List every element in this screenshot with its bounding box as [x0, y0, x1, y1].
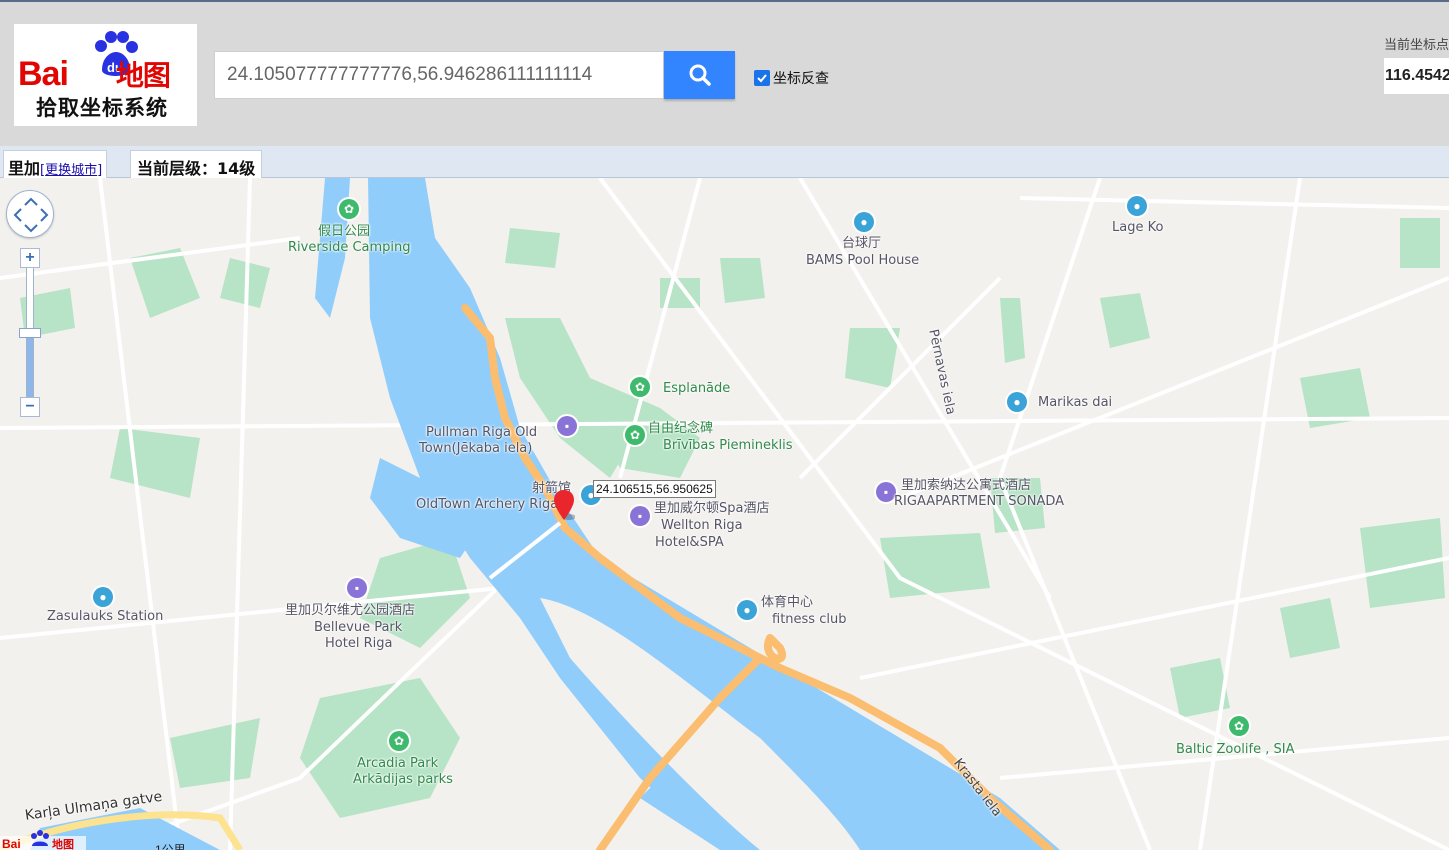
pan-control[interactable]	[6, 190, 54, 238]
change-city-link[interactable]: [更换城市]	[40, 163, 102, 178]
poi-label: 里加威尔顿Spa酒店	[654, 501, 770, 516]
park-icon[interactable]: ✿	[339, 199, 359, 219]
poi-label: Bellevue Park	[314, 620, 403, 635]
esplanade-park-icon[interactable]: ✿	[630, 377, 650, 397]
poi-label: 里加贝尔维尤公园酒店	[285, 603, 416, 618]
poi-label: Pullman Riga Old	[426, 425, 538, 440]
poi-label: 自由纪念碑	[648, 421, 714, 436]
map-canvas[interactable]: ✿ ● ● ● ✿ ▪ ✿ ● ▪ ▪ ● ● ▪ ✿ ✿ 假日公园 River…	[0, 178, 1449, 850]
poi-label: Wellton Riga	[661, 518, 743, 533]
poi-label: RIGAAPARTMENT SONADA	[894, 494, 1065, 509]
zoom-in-button[interactable]: +	[20, 248, 40, 268]
poi-label: Esplanāde	[663, 381, 731, 396]
zoom-level-value: 14级	[217, 159, 256, 178]
poi-label: Town(Jēkaba iela)	[419, 441, 533, 456]
zoom-out-button[interactable]: −	[20, 397, 40, 417]
lage-poi-icon[interactable]: ●	[1127, 196, 1147, 216]
location-marker-icon[interactable]	[553, 489, 575, 521]
marker-coord-tooltip: 24.106515,56.950625	[593, 480, 716, 498]
poi-label: Riverside Camping	[288, 240, 411, 255]
reverse-lookup-checkbox[interactable]: 坐标反查	[754, 68, 829, 88]
hotel-icon[interactable]: ▪	[876, 482, 896, 502]
station-icon[interactable]: ●	[93, 587, 113, 607]
poi-label: Arkādijas parks	[353, 772, 453, 787]
poi-label: 里加索纳达公寓式酒店	[901, 478, 1032, 493]
city-tab: 里加[更换城市]	[3, 150, 108, 178]
reverse-lookup-label: 坐标反查	[773, 71, 829, 87]
poi-label: Marikas dai	[1038, 395, 1113, 410]
poi-label: Zasulauks Station	[47, 609, 164, 624]
pan-arrows-icon	[13, 197, 49, 233]
zoom-level-label: 当前层级：	[137, 159, 218, 178]
monument-icon[interactable]: ✿	[625, 425, 645, 445]
checkbox-checked-icon	[754, 70, 770, 86]
coordinate-search-input[interactable]	[215, 52, 663, 98]
baidu-map-logo[interactable]: du Bai 地图 拾取坐标系统	[14, 24, 197, 126]
zoo-icon[interactable]: ✿	[1229, 716, 1249, 736]
poi-label: Hotel&SPA	[655, 535, 724, 550]
search-box	[214, 51, 664, 99]
zoom-slider-thumb[interactable]	[19, 328, 41, 338]
current-coord-label: 当前坐标点	[1384, 38, 1449, 53]
marikas-poi-icon[interactable]: ●	[1007, 392, 1027, 412]
hotel-icon[interactable]: ▪	[347, 578, 367, 598]
hotel-icon[interactable]: ▪	[630, 506, 650, 526]
current-coord-value: 116.4542	[1384, 58, 1449, 94]
fitness-icon[interactable]: ●	[737, 600, 757, 620]
info-bar: 里加[更换城市] 当前层级：14级	[0, 146, 1449, 178]
poi-label: 假日公园	[318, 224, 371, 239]
logo-brand-text: Bai 地图	[18, 55, 171, 93]
svg-text:Bai: Bai	[2, 837, 21, 850]
zoom-level-tab: 当前层级：14级	[130, 150, 263, 178]
city-name: 里加	[8, 159, 41, 178]
poi-label: Hotel Riga	[325, 636, 393, 651]
zoom-track-upper	[27, 268, 33, 333]
search-button[interactable]	[664, 51, 735, 99]
poi-label: 体育中心	[761, 595, 814, 610]
poi-label: Arcadia Park	[357, 756, 439, 771]
hotel-icon[interactable]: ▪	[557, 416, 577, 436]
logo-subtitle: 拾取坐标系统	[36, 96, 168, 120]
poi-label: OldTown Archery Riga	[416, 497, 559, 512]
billiard-icon[interactable]: ●	[854, 212, 874, 232]
poi-label: Lage Ko	[1112, 220, 1164, 235]
poi-label: fitness club	[772, 612, 847, 627]
park-icon[interactable]: ✿	[389, 731, 409, 751]
baidu-bottom-logo: Bai 地图	[0, 830, 86, 850]
map-scale: 1公里	[155, 843, 186, 850]
top-bar: du Bai地图 拾取坐标系统 坐标反查 当前坐标点 116.4542	[0, 0, 1449, 146]
poi-label: Baltic Zoolife , SIA	[1176, 742, 1295, 757]
poi-label: BAMS Pool House	[806, 253, 920, 268]
search-icon	[689, 64, 711, 86]
svg-text:地图: 地图	[52, 837, 74, 850]
poi-label: Brīvības Piemineklis	[663, 438, 793, 453]
poi-label: 台球厅	[842, 236, 882, 251]
